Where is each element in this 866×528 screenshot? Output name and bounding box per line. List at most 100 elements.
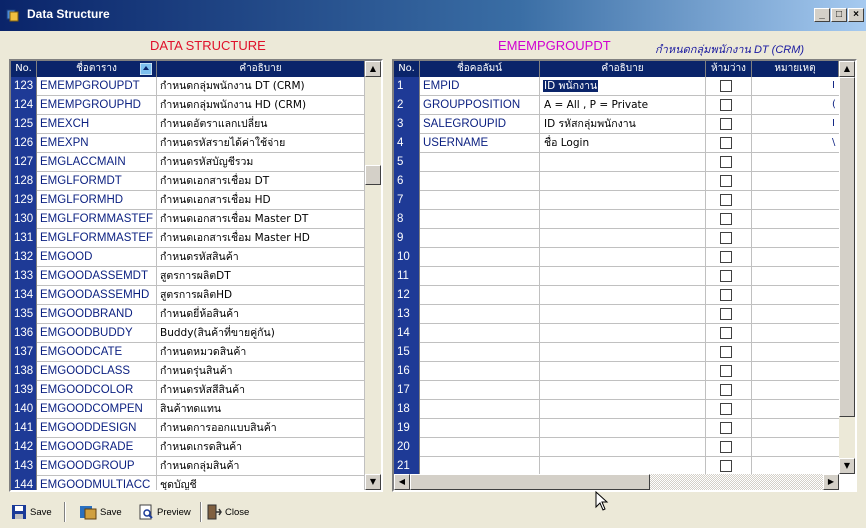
description-cell[interactable]: กำหนดรหัสบัญชีรวม — [157, 153, 365, 172]
not-null-cell[interactable] — [706, 96, 752, 115]
table-row[interactable]: 123 EMEMPGROUPDT กำหนดกลุ่มพนักงาน DT (CRM… — [11, 77, 365, 96]
table-name-cell[interactable]: EMGOODGRADE — [37, 438, 157, 457]
table-row[interactable]: 125 EMEXCH กำหนดอัตราแลกเปลี่ยน — [11, 115, 365, 134]
table-name-cell[interactable]: EMGOODDESIGN — [37, 419, 157, 438]
not-null-checkbox[interactable] — [720, 308, 732, 320]
not-null-checkbox[interactable] — [720, 194, 732, 206]
remark-cell[interactable] — [752, 419, 839, 438]
table-row[interactable]: 126 EMEXPN กำหนดรหัสรายได้ค่าใช้จ่าย — [11, 134, 365, 153]
table-name-cell[interactable]: EMGOODCOLOR — [37, 381, 157, 400]
table-name-cell[interactable]: EMEXCH — [37, 115, 157, 134]
column-description-cell[interactable]: ID พนักงาน — [540, 77, 706, 96]
maximize-button[interactable]: □ — [831, 8, 847, 22]
column-name-cell[interactable] — [420, 400, 540, 419]
table-name-cell[interactable]: EMGLACCMAIN — [37, 153, 157, 172]
remark-cell[interactable]: \ — [752, 134, 839, 153]
column-row[interactable]: 1 EMPID ID พนักงาน I — [394, 77, 839, 96]
save-button[interactable]: Save — [11, 503, 52, 521]
not-null-cell[interactable] — [706, 381, 752, 400]
table-name-cell[interactable]: EMGLFORMMASTEF — [37, 229, 157, 248]
description-cell[interactable]: ชุดบัญชี — [157, 476, 365, 490]
column-name-cell[interactable] — [420, 324, 540, 343]
scroll-down-icon[interactable]: ▼ — [839, 458, 855, 474]
not-null-cell[interactable] — [706, 134, 752, 153]
column-row[interactable]: 5 — [394, 153, 839, 172]
column-description-cell[interactable] — [540, 248, 706, 267]
column-description-cell[interactable] — [540, 286, 706, 305]
column-description-cell[interactable]: ชื่อ Login — [540, 134, 706, 153]
description-cell[interactable]: กำหนดยี่ห้อสินค้า — [157, 305, 365, 324]
column-name-cell[interactable] — [420, 248, 540, 267]
column-name-cell[interactable] — [420, 286, 540, 305]
description-cell[interactable]: สูตรการผลิตHD — [157, 286, 365, 305]
table-row[interactable]: 141 EMGOODDESIGN กำหนดการออกแบบสินค้า — [11, 419, 365, 438]
column-row[interactable]: 15 — [394, 343, 839, 362]
column-description-cell[interactable] — [540, 362, 706, 381]
description-cell[interactable]: กำหนดกลุ่มสินค้า — [157, 457, 365, 476]
column-header-description[interactable]: คำอธิบาย — [540, 61, 706, 77]
column-row[interactable]: 16 — [394, 362, 839, 381]
not-null-checkbox[interactable] — [720, 422, 732, 434]
table-row[interactable]: 137 EMGOODCATE กำหนดหมวดสินค้า — [11, 343, 365, 362]
table-row[interactable]: 131 EMGLFORMMASTEF กำหนดเอกสารเชื่อม Maste… — [11, 229, 365, 248]
column-name-cell[interactable] — [420, 267, 540, 286]
remark-cell[interactable]: I — [752, 115, 839, 134]
not-null-checkbox[interactable] — [720, 251, 732, 263]
description-cell[interactable]: กำหนดรุ่นสินค้า — [157, 362, 365, 381]
remark-cell[interactable] — [752, 172, 839, 191]
table-name-cell[interactable]: EMGOODMULTIACC — [37, 476, 157, 490]
table-name-cell[interactable]: EMGLFORMMASTEF — [37, 210, 157, 229]
description-cell[interactable]: กำหนดหมวดสินค้า — [157, 343, 365, 362]
not-null-cell[interactable] — [706, 438, 752, 457]
not-null-cell[interactable] — [706, 153, 752, 172]
not-null-cell[interactable] — [706, 267, 752, 286]
hscroll-thumb[interactable] — [410, 474, 650, 490]
column-name-cell[interactable]: SALEGROUPID — [420, 115, 540, 134]
column-row[interactable]: 18 — [394, 400, 839, 419]
table-row[interactable]: 138 EMGOODCLASS กำหนดรุ่นสินค้า — [11, 362, 365, 381]
column-name-cell[interactable]: USERNAME — [420, 134, 540, 153]
table-name-cell[interactable]: EMGOODCATE — [37, 343, 157, 362]
not-null-cell[interactable] — [706, 77, 752, 96]
column-header-description[interactable]: คำอธิบาย — [157, 61, 365, 77]
not-null-checkbox[interactable] — [720, 384, 732, 396]
remark-cell[interactable] — [752, 229, 839, 248]
description-cell[interactable]: กำหนดเอกสารเชื่อม DT — [157, 172, 365, 191]
not-null-checkbox[interactable] — [720, 346, 732, 358]
not-null-checkbox[interactable] — [720, 175, 732, 187]
column-row[interactable]: 8 — [394, 210, 839, 229]
description-cell[interactable]: กำหนดรหัสสินค้า — [157, 248, 365, 267]
table-row[interactable]: 128 EMGLFORMDT กำหนดเอกสารเชื่อม DT — [11, 172, 365, 191]
column-header-table-name[interactable]: ชื่อตาราง — [37, 61, 157, 77]
remark-cell[interactable] — [752, 400, 839, 419]
remark-cell[interactable] — [752, 153, 839, 172]
scroll-right-icon[interactable]: ▶ — [823, 474, 839, 490]
column-name-cell[interactable] — [420, 191, 540, 210]
scroll-up-icon[interactable]: ▲ — [365, 61, 381, 77]
description-cell[interactable]: กำหนดเอกสารเชื่อม Master DT — [157, 210, 365, 229]
column-row[interactable]: 2 GROUPPOSITION A = All , P = Private ( — [394, 96, 839, 115]
table-row[interactable]: 136 EMGOODBUDDY Buddy(สินค้าที่ขายคู่กัน) — [11, 324, 365, 343]
column-header-column-name[interactable]: ชื่อคอลัมน์ — [420, 61, 540, 77]
not-null-cell[interactable] — [706, 419, 752, 438]
table-row[interactable]: 127 EMGLACCMAIN กำหนดรหัสบัญชีรวม — [11, 153, 365, 172]
column-header-no[interactable]: No. — [394, 61, 420, 77]
not-null-cell[interactable] — [706, 324, 752, 343]
description-cell[interactable]: กำหนดรหัสรายได้ค่าใช้จ่าย — [157, 134, 365, 153]
table-name-cell[interactable]: EMGOODASSEMDT — [37, 267, 157, 286]
column-row[interactable]: 10 — [394, 248, 839, 267]
close-button[interactable]: Close — [206, 503, 249, 521]
column-row[interactable]: 9 — [394, 229, 839, 248]
description-cell[interactable]: สินค้าทดแทน — [157, 400, 365, 419]
not-null-checkbox[interactable] — [720, 460, 732, 472]
table-row[interactable]: 130 EMGLFORMMASTEF กำหนดเอกสารเชื่อม Maste… — [11, 210, 365, 229]
column-description-cell[interactable] — [540, 305, 706, 324]
column-name-cell[interactable] — [420, 343, 540, 362]
not-null-checkbox[interactable] — [720, 232, 732, 244]
not-null-cell[interactable] — [706, 191, 752, 210]
scroll-down-icon[interactable]: ▼ — [365, 474, 381, 490]
remark-cell[interactable] — [752, 267, 839, 286]
not-null-checkbox[interactable] — [720, 213, 732, 225]
column-name-cell[interactable] — [420, 229, 540, 248]
column-description-cell[interactable]: A = All , P = Private — [540, 96, 706, 115]
